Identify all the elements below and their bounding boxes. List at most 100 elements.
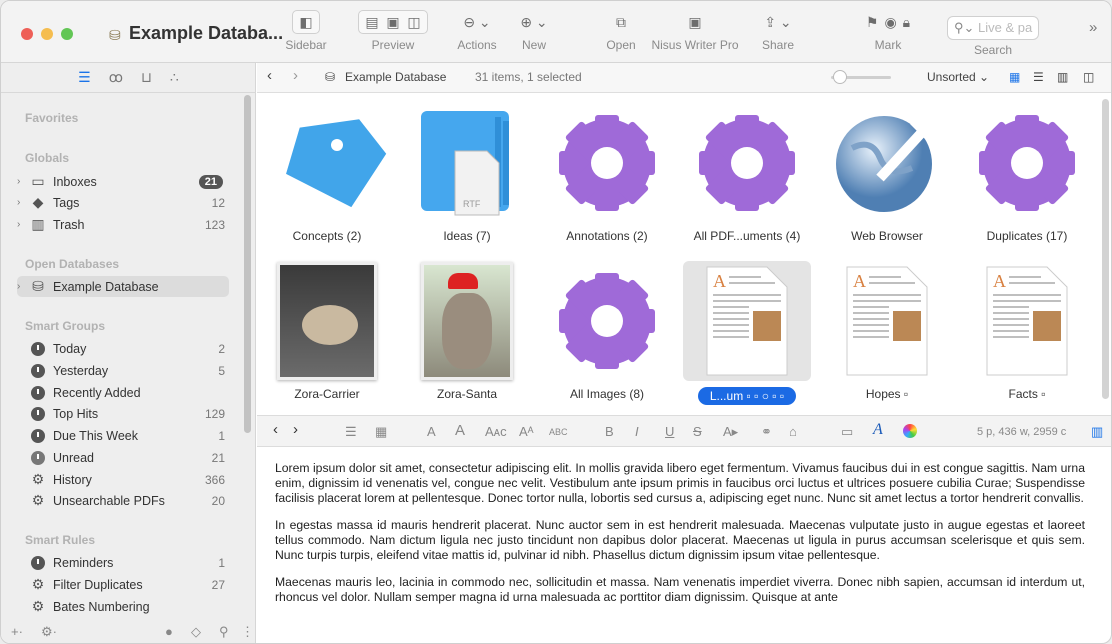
back-icon[interactable]: ‹ (273, 421, 278, 438)
zoom-slider-knob[interactable] (833, 70, 847, 84)
font-size-down-icon[interactable]: A (427, 424, 436, 439)
italic-icon[interactable]: I (635, 424, 639, 439)
dots-icon[interactable]: ∴ (170, 69, 179, 86)
close-button[interactable] (21, 28, 33, 40)
unread-icon[interactable]: ◉ (884, 14, 896, 31)
sidebar-item-unsearchable-pdfs[interactable]: ⚙ Unsearchable PDFs 20 (17, 490, 229, 511)
font-icon[interactable]: A (873, 421, 883, 439)
search-input[interactable]: ⚲⌄ Live & pa (947, 16, 1039, 40)
link-icon[interactable]: ⚭ (761, 424, 772, 440)
clock-icon (29, 341, 47, 357)
photo-thumbnail (257, 261, 397, 381)
pin-icon[interactable]: ⚲ (219, 624, 229, 640)
status-icon[interactable]: ● (165, 624, 173, 639)
tray-icon[interactable]: ⊔ (141, 69, 152, 86)
actions-button[interactable]: ⊖ ⌄ Actions (449, 7, 505, 53)
sidebar-item-example-database[interactable]: › ⛁ Example Database (17, 276, 229, 297)
sidebar-item-label: History (53, 472, 92, 487)
font-size-up-icon[interactable]: A (455, 422, 465, 439)
grid-item[interactable]: All PDF...uments (4) (677, 103, 817, 243)
sidebar-item-unread[interactable]: Unread 21 (17, 447, 229, 468)
forward-icon[interactable]: › (293, 421, 298, 438)
minimize-button[interactable] (41, 28, 53, 40)
grid-item[interactable]: A Hopes ▫ (817, 261, 957, 401)
sidebar-tabs: ☰ ꝏ ⊔ ∴ (1, 63, 256, 93)
sidebar-item-tags[interactable]: › ◆ Tags 12 (17, 192, 229, 213)
zoom-button[interactable] (61, 28, 73, 40)
chevron-right-icon[interactable]: › (17, 219, 29, 230)
sidebar-scrollbar[interactable] (244, 95, 251, 433)
list-icon[interactable]: ☰ (78, 69, 91, 86)
grid-item-selected[interactable]: A L...um ▫ ▫ ○ ▫ ▫ (677, 261, 817, 405)
chevron-right-icon[interactable]: › (17, 281, 29, 292)
text-color-icon[interactable]: A▸ (723, 424, 738, 440)
sidebar-item-history[interactable]: ⚙ History 366 (17, 469, 229, 490)
eraser-icon[interactable]: ⌂ (789, 424, 797, 439)
grid-item[interactable]: Annotations (2) (537, 103, 677, 243)
preview-control[interactable]: ▤ ▣ ◫ Preview (341, 7, 445, 52)
table-icon[interactable]: ▦ (375, 424, 387, 440)
sort-dropdown[interactable]: Unsorted ⌄ (927, 70, 989, 84)
highlight-icon[interactable]: ▭ (841, 424, 853, 440)
split-view-icon[interactable]: ◫ (1083, 70, 1094, 84)
item-count: 20 (211, 493, 225, 508)
grid-item[interactable]: Duplicates (17) (957, 103, 1097, 243)
open-label: Open (606, 38, 636, 52)
sidebar-item-inboxes[interactable]: › ▭ Inboxes 21 (17, 171, 229, 192)
back-icon[interactable]: ‹ (267, 67, 272, 84)
breadcrumb[interactable]: Example Database (345, 70, 446, 84)
forward-icon[interactable]: › (293, 67, 298, 84)
grid-item[interactable]: RTF Ideas (7) (397, 103, 537, 243)
grid-item[interactable]: A Facts ▫ (957, 261, 1097, 401)
strikethrough-icon[interactable]: S (693, 424, 702, 439)
tag-icon[interactable]: ◇ (191, 624, 201, 640)
grid-item[interactable]: Zora-Carrier (257, 261, 397, 401)
grid-item[interactable]: Web Browser (817, 103, 957, 243)
ruler-icon[interactable]: ▥ (1091, 424, 1103, 440)
open-button[interactable]: ⧉ Open (599, 7, 643, 53)
flag-icon[interactable]: ⚑ (866, 14, 879, 31)
gear-menu-icon[interactable]: ⚙· (41, 624, 57, 640)
list-view-icon[interactable]: ☰ (1033, 70, 1044, 84)
sidebar-item-bates-numbering[interactable]: ⚙ Bates Numbering (17, 596, 229, 617)
chevron-right-icon[interactable]: › (17, 176, 29, 187)
lock-icon[interactable]: 🔒︎ (903, 14, 910, 31)
sidebar-item-top-hits[interactable]: Top Hits 129 (17, 403, 229, 424)
sidebar-item-due-this-week[interactable]: Due This Week 1 (17, 425, 229, 446)
document-editor[interactable]: Lorem ipsum dolor sit amet, consectetur … (275, 461, 1085, 617)
mark-control[interactable]: ⚑ ◉ 🔒︎ Mark (843, 7, 933, 53)
preview-layout-icons[interactable]: ▤ ▣ ◫ (358, 10, 428, 34)
list-icon[interactable]: ☰ (345, 424, 357, 440)
glasses-icon[interactable]: ꝏ (109, 69, 123, 86)
share-button[interactable]: ⇪ ⌄ Share (753, 7, 803, 53)
item-grid: Concepts (2) RTF Ideas (7) Annotations (… (257, 93, 1111, 415)
resize-handle[interactable]: ⋮ (241, 624, 254, 640)
sidebar-item-yesterday[interactable]: Yesterday 5 (17, 360, 229, 381)
chevron-right-icon[interactable]: › (17, 197, 29, 208)
column-view-icon[interactable]: ▥ (1057, 70, 1068, 84)
grid-scrollbar[interactable] (1102, 99, 1109, 399)
gear-icon (979, 119, 1075, 207)
gear-icon (699, 119, 795, 207)
icon-view-icon[interactable]: ▦ (1009, 70, 1020, 84)
small-caps-icon[interactable]: Aᴀᴄ (485, 424, 507, 439)
add-remove-icon[interactable]: +· (11, 624, 23, 639)
sidebar-button[interactable]: ◧ Sidebar (279, 7, 333, 52)
grid-item[interactable]: Concepts (2) (257, 103, 397, 243)
superscript-icon[interactable]: Aᴬ (519, 424, 534, 439)
chevron-double-right-icon[interactable]: » (1089, 19, 1097, 36)
sidebar-item-filter-duplicates[interactable]: ⚙ Filter Duplicates 27 (17, 574, 229, 595)
grid-item[interactable]: Zora-Santa (397, 261, 537, 401)
sidebar-item-today[interactable]: Today 2 (17, 338, 229, 359)
sidebar-item-trash[interactable]: › ▥ Trash 123 (17, 214, 229, 235)
sort-label: Unsorted (927, 70, 976, 84)
underline-icon[interactable]: U (665, 424, 674, 439)
abc-icon[interactable]: ABC (549, 427, 568, 437)
sidebar-item-recently-added[interactable]: Recently Added (17, 382, 229, 403)
bold-icon[interactable]: B (605, 424, 614, 439)
grid-item[interactable]: All Images (8) (537, 261, 677, 401)
sidebar-item-reminders[interactable]: Reminders 1 (17, 552, 229, 573)
color-wheel-icon[interactable] (903, 424, 917, 438)
new-button[interactable]: ⊕ ⌄ New (509, 7, 559, 53)
nisus-writer-button[interactable]: ▣ Nisus Writer Pro (647, 7, 743, 53)
